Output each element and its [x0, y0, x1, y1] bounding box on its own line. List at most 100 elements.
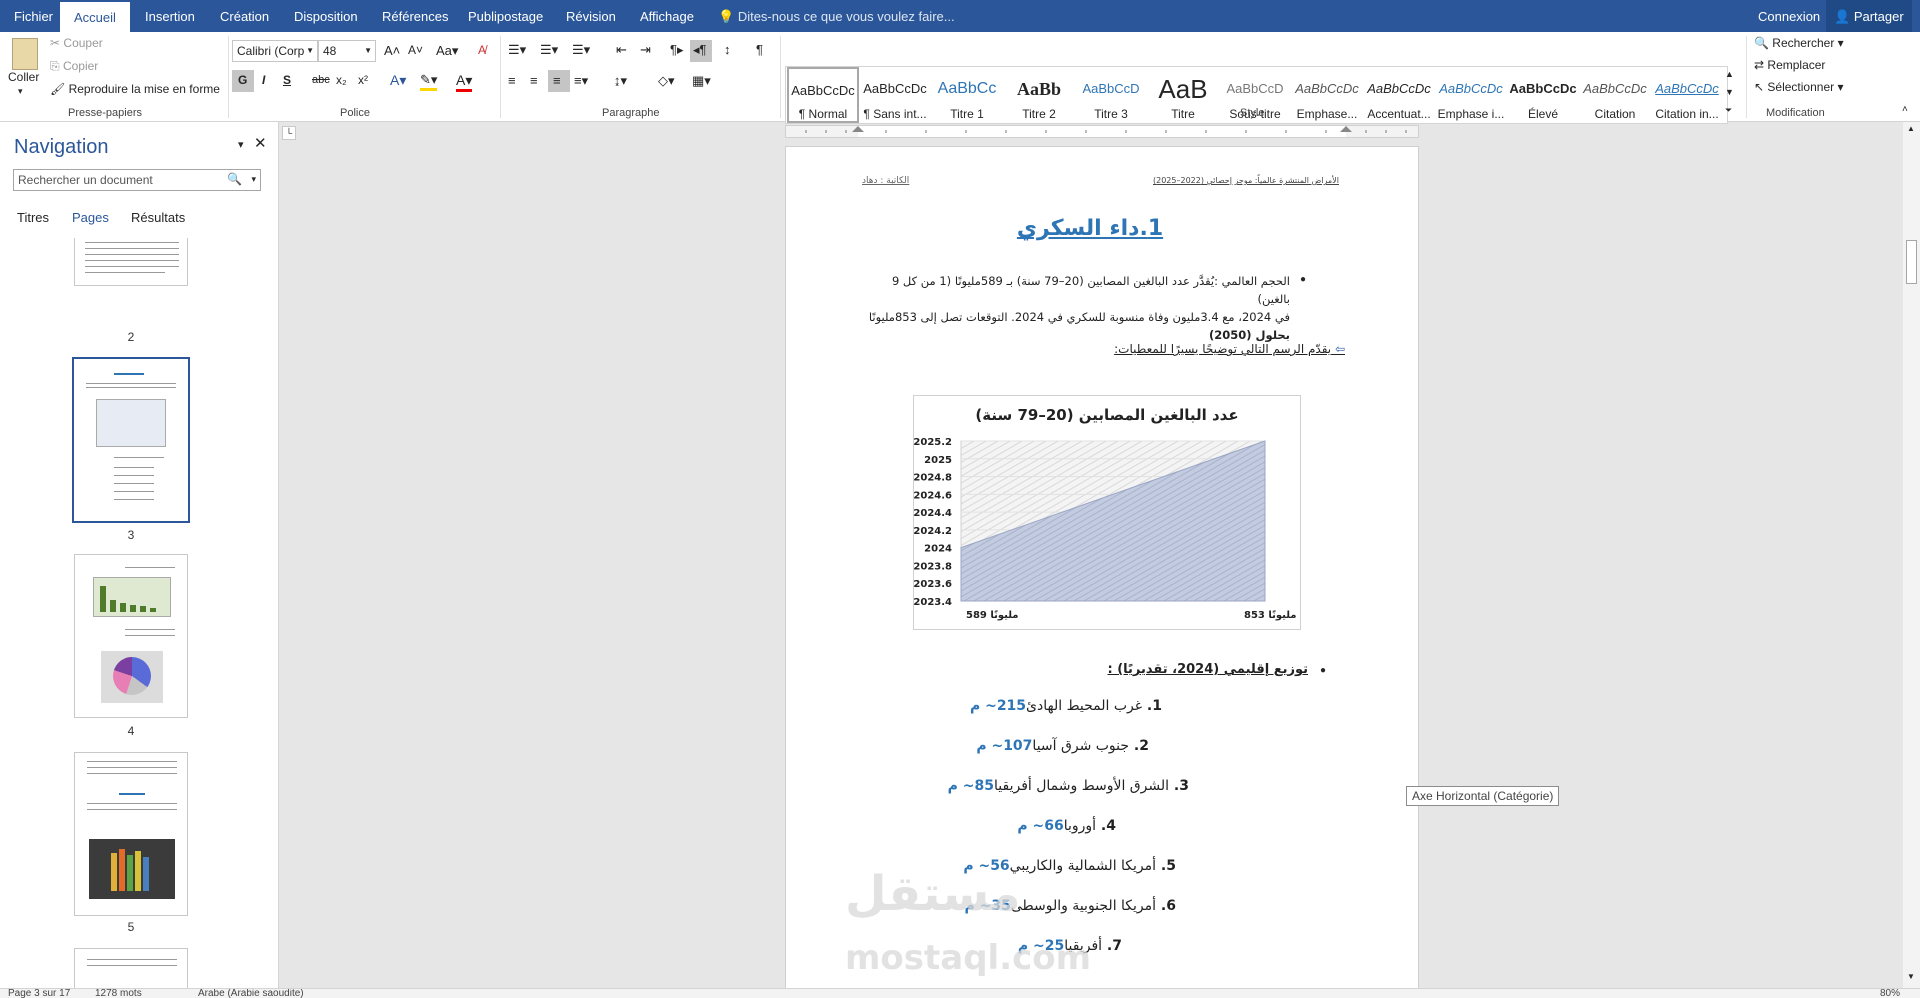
superscript-button[interactable]: x²	[358, 73, 368, 87]
style-intense-emphasis[interactable]: AaBbCcDc Emphase i...	[1435, 67, 1507, 123]
horizontal-ruler[interactable]	[785, 125, 1419, 138]
increase-indent-icon[interactable]: ⇥	[640, 42, 651, 58]
page-thumbnail-4[interactable]	[74, 554, 188, 718]
style-heading-1[interactable]: AaBbCc Titre 1	[931, 67, 1003, 123]
scroll-up-icon[interactable]: ▲	[1907, 124, 1915, 133]
italic-button[interactable]: I	[262, 73, 265, 87]
align-left-icon[interactable]: ≡	[508, 73, 516, 88]
tab-layout[interactable]: Disposition	[292, 0, 360, 32]
replace-button[interactable]: ⇄ Remplacer	[1754, 58, 1825, 72]
tab-selector-icon[interactable]: └	[282, 126, 296, 140]
share-button[interactable]: 👤 Partager	[1826, 0, 1912, 34]
decrease-indent-icon[interactable]: ⇤	[616, 42, 627, 58]
tab-pages[interactable]: Pages	[72, 210, 109, 225]
ltr-direction-icon[interactable]: ¶▸	[670, 42, 684, 58]
tell-me-box[interactable]: 💡 Dites-nous ce que vous voulez faire...	[718, 0, 955, 34]
page-thumbnail-2[interactable]	[74, 238, 188, 286]
justify-icon[interactable]: ≡▾	[574, 73, 588, 89]
sort-icon[interactable]: ↕	[724, 42, 731, 57]
format-painter-button[interactable]: 🖌 Reproduire la mise en forme	[50, 82, 220, 96]
paste-icon	[12, 38, 38, 70]
tab-design[interactable]: Création	[218, 0, 271, 32]
tab-review[interactable]: Révision	[564, 0, 618, 32]
document-search-input[interactable]: Rechercher un document 🔍 ▾	[13, 169, 261, 191]
region-number: 5.	[1156, 858, 1176, 874]
area-chart[interactable]: عدد البالغين المصابين (20–79 سنة) 2025.2…	[914, 396, 1300, 629]
styles-more-icon[interactable]: ⏷	[1725, 105, 1732, 116]
style-subtle-emphasis[interactable]: AaBbCcDc Emphase...	[1291, 67, 1363, 123]
tab-view[interactable]: Affichage	[638, 0, 696, 32]
style-strong[interactable]: AaBbCcDc Élevé	[1507, 67, 1579, 123]
grow-font-icon[interactable]: A˄	[384, 43, 400, 58]
tab-insert[interactable]: Insertion	[143, 0, 197, 32]
tab-headings[interactable]: Titres	[17, 210, 49, 225]
watermark-url: mostaql.com	[845, 938, 1092, 978]
find-button[interactable]: 🔍 Rechercher ▾	[1754, 36, 1844, 50]
line-spacing-icon[interactable]: ↨▾	[614, 73, 627, 89]
tab-home[interactable]: Accueil	[60, 2, 130, 32]
highlight-icon[interactable]: ✎▾	[420, 72, 438, 91]
pane-options-icon[interactable]: ▾	[238, 138, 244, 151]
tab-results[interactable]: Résultats	[131, 210, 185, 225]
paste-button[interactable]: Coller	[8, 70, 39, 84]
tab-file[interactable]: Fichier	[12, 0, 55, 32]
text-effects-icon[interactable]: A▾	[390, 72, 406, 89]
strikethrough-button[interactable]: abc	[312, 74, 330, 86]
style-no-spacing[interactable]: AaBbCcDc ¶ Sans int...	[859, 67, 931, 123]
chart-axis-tooltip: Axe Horizontal (Catégorie)	[1406, 786, 1560, 806]
font-size-select[interactable]: 48 ▼	[318, 40, 376, 62]
search-icon: 🔍	[1754, 36, 1769, 50]
align-right-icon[interactable]: ≡	[553, 73, 561, 88]
page-count[interactable]: Page 3 sur 17	[8, 989, 70, 998]
chart-object[interactable]: عدد البالغين المصابين (20–79 سنة) 2025.2…	[913, 395, 1301, 630]
underline-button[interactable]: S	[283, 73, 291, 87]
cursor-icon: ↖	[1754, 80, 1765, 94]
style-intense-quote[interactable]: AaBbCcDc Citation in...	[1651, 67, 1723, 123]
bold-button[interactable]: G	[238, 73, 247, 87]
cut-button[interactable]: ✂ Couper	[50, 36, 103, 50]
styles-scroll-down-icon[interactable]: ▼	[1725, 87, 1734, 97]
shrink-font-icon[interactable]: A˅	[408, 43, 423, 57]
page-thumbnail-3[interactable]	[72, 357, 190, 523]
signin-link[interactable]: Connexion	[1758, 0, 1820, 34]
chevron-down-icon[interactable]: ▾	[251, 174, 256, 185]
borders-icon[interactable]: ▦▾	[692, 73, 711, 89]
tab-mailings[interactable]: Publipostage	[466, 0, 545, 32]
numbering-icon[interactable]: ☰▾	[540, 42, 558, 58]
multilevel-list-icon[interactable]: ☰▾	[572, 42, 590, 58]
select-button[interactable]: ↖ Sélectionner ▾	[1754, 80, 1843, 94]
tab-references[interactable]: Références	[380, 0, 450, 32]
align-center-icon[interactable]: ≡	[530, 73, 538, 88]
rtl-direction-icon[interactable]: ◂¶	[693, 42, 707, 58]
style-normal[interactable]: AaBbCcDc ¶ Normal	[787, 67, 859, 123]
style-quote[interactable]: AaBbCcDc Citation	[1579, 67, 1651, 123]
styles-scroll-up-icon[interactable]: ▲	[1725, 69, 1734, 79]
style-heading-3[interactable]: AaBbCcD Titre 3	[1075, 67, 1147, 123]
bullets-icon[interactable]: ☰▾	[508, 42, 526, 58]
page-header-title: الأمراض المنتشرة عالمياً: موجز إحصائي (2…	[1153, 176, 1339, 185]
shading-icon[interactable]: ◇▾	[658, 73, 675, 89]
close-icon[interactable]: ✕	[254, 134, 267, 152]
subscript-button[interactable]: x₂	[336, 73, 347, 87]
region-number: 3.	[1169, 778, 1189, 794]
paste-dropdown-icon[interactable]: ▾	[18, 86, 23, 97]
clear-formatting-icon[interactable]: A̸	[478, 43, 486, 57]
style-emphasis[interactable]: AaBbCcDc Accentuat...	[1363, 67, 1435, 123]
search-icon[interactable]: 🔍	[227, 172, 242, 186]
show-marks-icon[interactable]: ¶	[756, 42, 763, 57]
style-title[interactable]: AaB Titre	[1147, 67, 1219, 123]
scroll-down-icon[interactable]: ▼	[1907, 972, 1915, 981]
word-count[interactable]: 1278 mots	[95, 989, 142, 998]
change-case-icon[interactable]: Aa▾	[436, 43, 458, 59]
page-thumbnail-6[interactable]	[74, 948, 188, 988]
font-color-icon[interactable]: A▾	[456, 72, 473, 92]
language-status[interactable]: Arabe (Arabie saoudite)	[198, 989, 304, 998]
style-heading-2[interactable]: AaBb Titre 2	[1003, 67, 1075, 123]
page-thumbnail-5[interactable]	[74, 752, 188, 916]
vertical-scrollbar[interactable]: ▲ ▼	[1903, 122, 1920, 988]
scroll-thumb[interactable]	[1906, 240, 1917, 284]
font-name-select[interactable]: Calibri (Corp ▼	[232, 40, 318, 62]
collapse-ribbon-icon[interactable]: ˄	[1902, 104, 1908, 115]
zoom-level[interactable]: 80%	[1880, 989, 1900, 998]
copy-button[interactable]: ⎘ Copier	[50, 59, 98, 74]
